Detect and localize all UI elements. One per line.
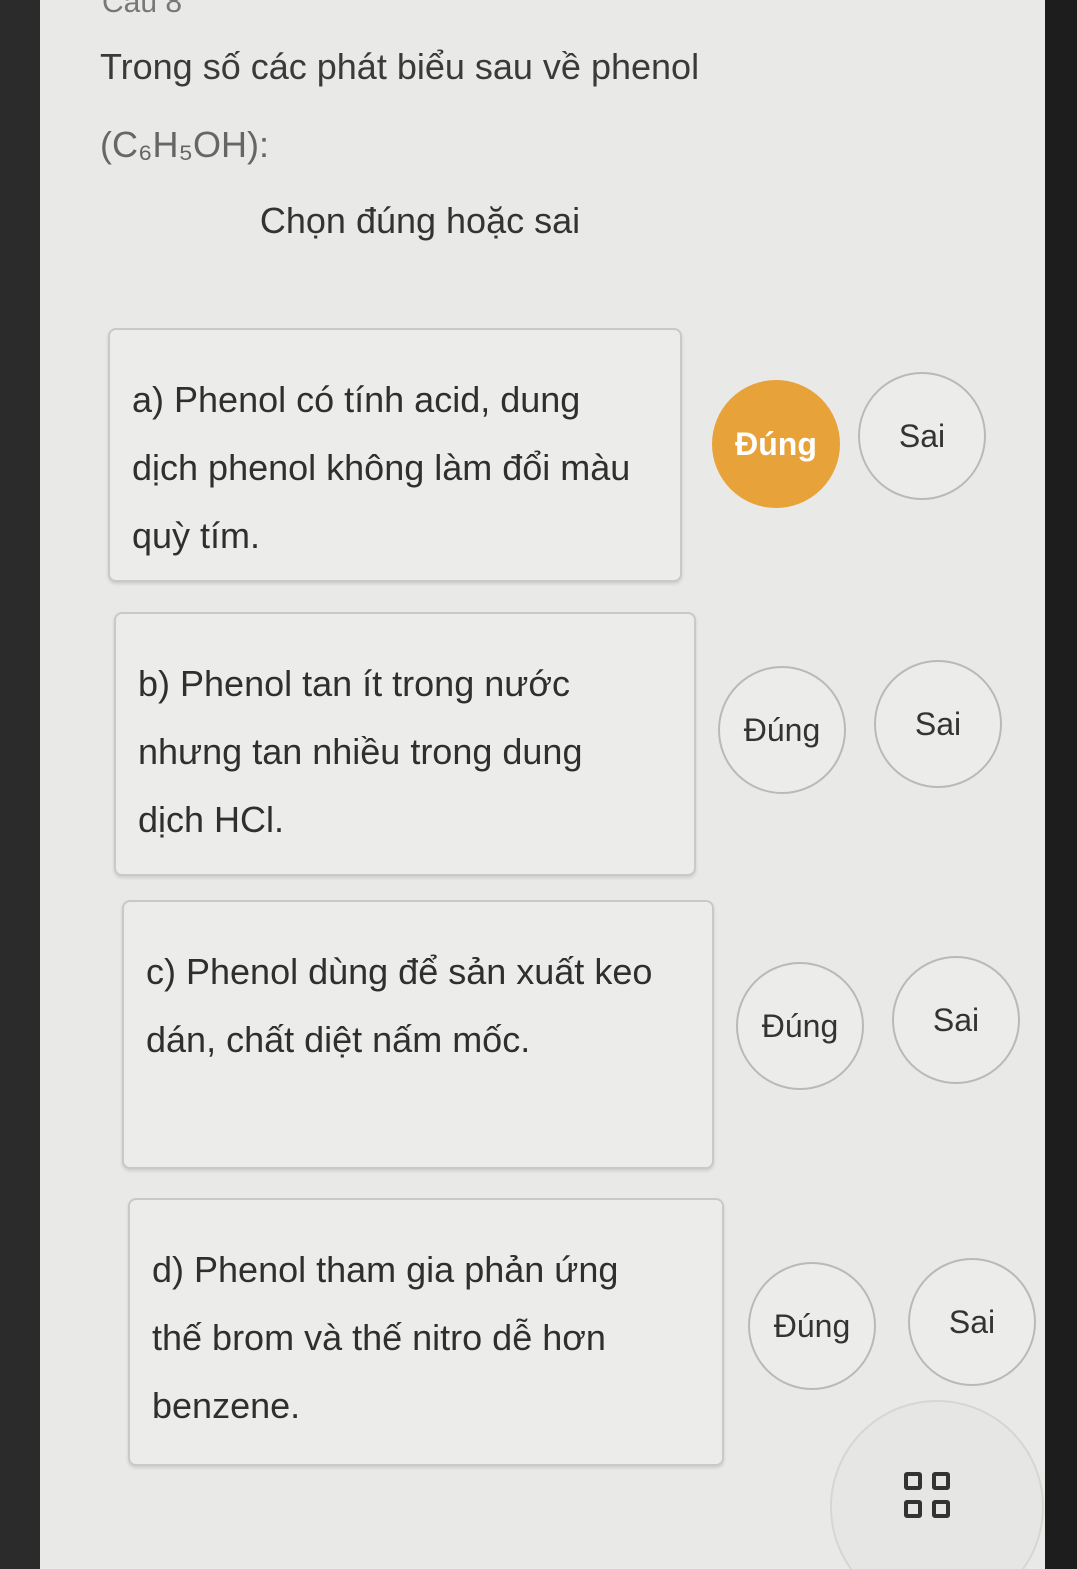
question-formula: (C₆H₅OH):	[100, 124, 269, 165]
question-number: Câu 8	[102, 0, 183, 19]
false-label: Sai	[898, 417, 946, 454]
true-label: Đúng	[735, 425, 817, 462]
true-label: Đúng	[773, 1307, 851, 1344]
statement-card-c: c) Phenol dùng để sản xuất keo dán, chất…	[122, 900, 714, 1169]
true-button-a[interactable]: Đúng	[712, 380, 840, 508]
false-label: Sai	[914, 705, 962, 742]
statement-card-d: d) Phenol tham gia phản ứng thế brom và …	[128, 1198, 724, 1466]
statement-text: d) Phenol tham gia phản ứng thế brom và …	[152, 1249, 619, 1426]
true-button-b[interactable]: Đúng	[718, 666, 846, 794]
question-grid-button[interactable]	[830, 1400, 1044, 1569]
statement-text: b) Phenol tan ít trong nước nhưng tan nh…	[138, 663, 583, 840]
grid-icon	[904, 1472, 960, 1528]
statement-card-b: b) Phenol tan ít trong nước nhưng tan nh…	[114, 612, 696, 876]
statement-text: a) Phenol có tính acid, dung dịch phenol…	[132, 379, 631, 556]
false-label: Sai	[932, 1001, 980, 1038]
quiz-screen: Câu 8 Trong số các phát biểu sau về phen…	[40, 0, 1045, 1569]
true-button-d[interactable]: Đúng	[748, 1262, 876, 1390]
false-button-d[interactable]: Sai	[908, 1258, 1036, 1386]
statement-card-a: a) Phenol có tính acid, dung dịch phenol…	[108, 328, 682, 582]
instruction: Chọn đúng hoặc sai	[259, 200, 581, 241]
false-button-b[interactable]: Sai	[874, 660, 1002, 788]
false-button-a[interactable]: Sai	[858, 372, 986, 500]
true-label: Đúng	[761, 1007, 839, 1044]
statement-text: c) Phenol dùng để sản xuất keo dán, chất…	[146, 951, 653, 1060]
true-button-c[interactable]: Đúng	[736, 962, 864, 1090]
question-text: Trong số các phát biểu sau về phenol (C₆…	[100, 28, 860, 184]
question-line: Trong số các phát biểu sau về phenol	[100, 46, 700, 87]
device-edge	[1045, 0, 1077, 1569]
true-label: Đúng	[743, 711, 821, 748]
false-button-c[interactable]: Sai	[892, 956, 1020, 1084]
false-label: Sai	[948, 1303, 996, 1340]
